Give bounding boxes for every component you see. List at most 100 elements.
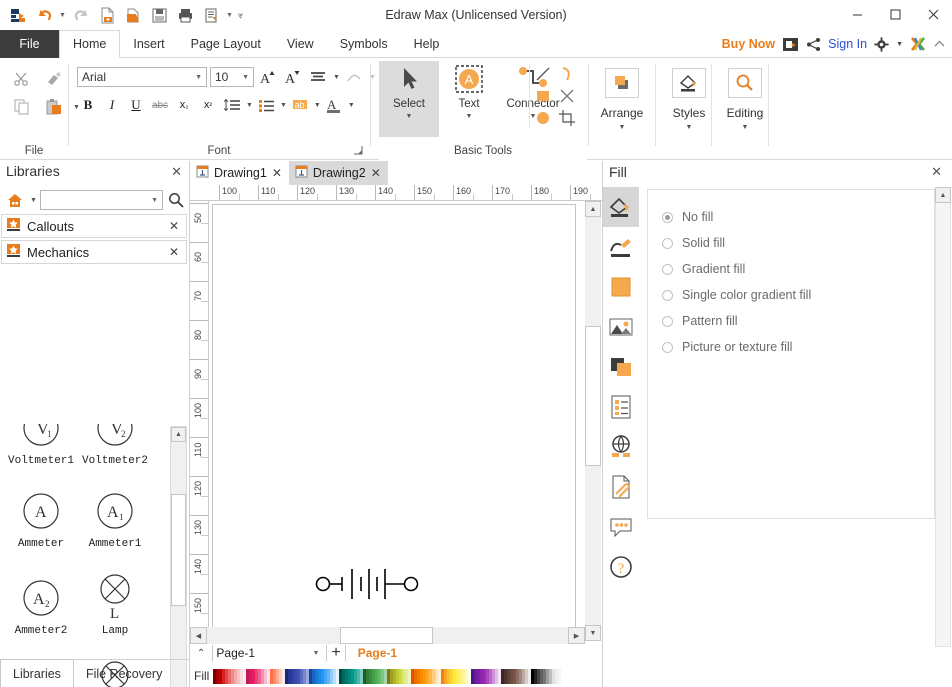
radio-icon[interactable]: [662, 342, 673, 353]
list-item[interactable]: A Ammeter: [4, 479, 78, 550]
radio-icon[interactable]: [662, 264, 673, 275]
format-painter-icon[interactable]: [40, 66, 68, 92]
copy-icon[interactable]: [8, 94, 36, 120]
close-button[interactable]: [914, 0, 952, 28]
text-highlight-icon[interactable]: ab: [289, 94, 311, 116]
hyperlink-icon[interactable]: [603, 427, 639, 467]
text-tool[interactable]: A Text ▼: [439, 61, 499, 137]
tab-file[interactable]: File: [0, 30, 59, 58]
canvas-scroll-right-icon[interactable]: ▶: [568, 627, 585, 644]
superscript-icon[interactable]: x²: [197, 94, 219, 116]
attachment-icon[interactable]: [603, 467, 639, 507]
page-bar-collapse-icon[interactable]: ⌃: [194, 648, 208, 659]
line-shape-icon[interactable]: [531, 63, 555, 85]
line-icon[interactable]: [603, 227, 639, 267]
canvas-scroll-up-icon[interactable]: ▲: [585, 201, 601, 217]
edraw-cloud-icon[interactable]: [910, 36, 926, 52]
close-libraries-icon[interactable]: ✕: [171, 165, 182, 179]
font-name-select[interactable]: Arial ▼: [77, 67, 207, 87]
editing-search-icon[interactable]: [728, 68, 762, 98]
sign-in-button[interactable]: Sign In: [828, 37, 867, 51]
fill-option-solid-fill[interactable]: Solid fill: [662, 230, 934, 256]
color-swatch[interactable]: [558, 669, 561, 684]
arrange-icon[interactable]: [605, 68, 639, 98]
font-color-icon[interactable]: A: [323, 94, 345, 116]
lamp-shape-icon[interactable]: L: [78, 566, 152, 622]
underline-icon[interactable]: U: [125, 94, 147, 116]
fill-icon[interactable]: [603, 187, 639, 227]
font-color-dropdown-icon[interactable]: ▼: [348, 102, 355, 109]
library-section-callouts[interactable]: Callouts ✕: [1, 214, 187, 238]
fill-panel-scrollbar[interactable]: ▲: [935, 187, 951, 647]
page-selector[interactable]: Page-1 ▼: [212, 645, 322, 662]
drawing-page[interactable]: [212, 204, 576, 638]
tab-help[interactable]: Help: [401, 30, 453, 58]
list-item[interactable]: A2 Ammeter2: [4, 566, 78, 637]
tab-libraries[interactable]: Libraries: [0, 659, 74, 687]
curve-text-icon[interactable]: [343, 66, 365, 88]
tab-home[interactable]: Home: [59, 30, 120, 58]
canvas-scroll-down-icon[interactable]: ▼: [585, 625, 601, 641]
ellipse-shape-icon[interactable]: [531, 107, 555, 129]
line-spacing-icon[interactable]: [221, 94, 243, 116]
arc-shape-icon[interactable]: [555, 63, 579, 85]
minimize-button[interactable]: [838, 0, 876, 28]
close-mechanics-icon[interactable]: ✕: [169, 245, 179, 259]
close-drawing1-icon[interactable]: ✕: [272, 166, 282, 180]
tab-view[interactable]: View: [274, 30, 327, 58]
freehand-shape-icon[interactable]: [555, 85, 579, 107]
library-section-mechanics[interactable]: Mechanics ✕: [1, 240, 187, 264]
line-spacing-dropdown-icon[interactable]: ▼: [246, 102, 253, 109]
collapse-ribbon-icon[interactable]: [933, 38, 946, 51]
buy-now-button[interactable]: Buy Now: [722, 37, 775, 51]
bullet-list-icon[interactable]: [255, 94, 277, 116]
comment-icon[interactable]: [603, 507, 639, 547]
subscript-icon[interactable]: x₂: [173, 94, 195, 116]
battery-shape[interactable]: [213, 205, 576, 638]
help-icon[interactable]: ?: [603, 547, 639, 587]
tab-page-layout[interactable]: Page Layout: [178, 30, 274, 58]
ammeter2-shape-icon[interactable]: A2: [4, 566, 78, 622]
cloud-sync-icon[interactable]: [782, 37, 799, 52]
maximize-button[interactable]: [876, 0, 914, 28]
search-icon[interactable]: [166, 190, 186, 210]
text-highlight-dropdown-icon[interactable]: ▼: [314, 102, 321, 109]
radio-icon[interactable]: [662, 290, 673, 301]
styles-icon[interactable]: [672, 68, 706, 98]
text-align-dropdown-icon[interactable]: ▼: [333, 74, 340, 81]
radio-icon[interactable]: [662, 238, 673, 249]
canvas-horizontal-scroll-thumb[interactable]: [340, 627, 433, 644]
rectangle-shape-icon[interactable]: [531, 85, 555, 107]
color-swatches[interactable]: [213, 669, 561, 684]
list-item[interactable]: V1 Voltmeter1: [4, 424, 78, 467]
library-home-dropdown-icon[interactable]: ▼: [30, 197, 37, 204]
settings-dropdown-icon[interactable]: ▼: [896, 41, 903, 48]
fill-option-no-fill[interactable]: No fill: [662, 204, 934, 230]
fill-scroll-up-icon[interactable]: ▲: [935, 187, 951, 203]
shadow-color-icon[interactable]: [603, 267, 639, 307]
shrink-font-icon[interactable]: A: [282, 66, 304, 88]
share-icon[interactable]: [806, 37, 821, 52]
library-search-input[interactable]: ▼: [40, 190, 163, 210]
tab-symbols[interactable]: Symbols: [327, 30, 401, 58]
cut-icon[interactable]: [8, 66, 36, 92]
tab-file-recovery[interactable]: File Recovery: [74, 660, 174, 687]
shadow-icon[interactable]: [603, 347, 639, 387]
library-home-icon[interactable]: [4, 190, 26, 210]
document-tab-drawing2[interactable]: Drawing2 ✕: [289, 161, 388, 185]
list-item[interactable]: A1 Ammeter1: [78, 479, 152, 550]
voltmeter1-shape-icon[interactable]: V1: [4, 424, 78, 452]
close-fill-panel-icon[interactable]: ✕: [931, 165, 942, 179]
strikethrough-icon[interactable]: abc: [149, 94, 171, 116]
list-item[interactable]: L Lamp: [78, 566, 152, 637]
document-properties-icon[interactable]: [603, 387, 639, 427]
close-callouts-icon[interactable]: ✕: [169, 219, 179, 233]
fill-option-picture-or-texture-fill[interactable]: Picture or texture fill: [662, 334, 934, 360]
libraries-scrollbar[interactable]: ▲ ▼: [170, 426, 187, 687]
font-size-select[interactable]: 10 ▼: [210, 67, 254, 87]
libraries-scroll-thumb[interactable]: [171, 494, 186, 606]
canvas-horizontal-scrollbar[interactable]: ◀ ▶: [190, 627, 585, 644]
gear-icon[interactable]: [874, 37, 889, 52]
text-tool-dropdown-icon[interactable]: ▼: [466, 113, 473, 120]
bullet-list-dropdown-icon[interactable]: ▼: [280, 102, 287, 109]
